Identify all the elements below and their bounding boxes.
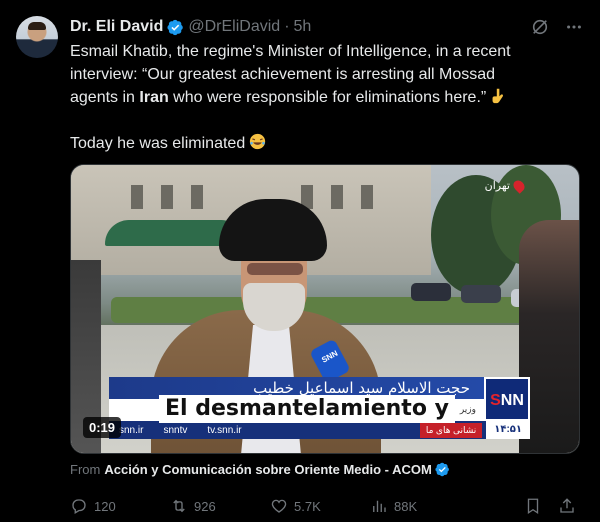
grok-icon[interactable] (530, 17, 550, 37)
window (191, 185, 203, 209)
analytics-icon (373, 500, 386, 512)
attribution-source[interactable]: Acción y Comunicación sobre Oriente Medi… (104, 462, 431, 477)
window (361, 185, 373, 209)
bookmark-button[interactable] (524, 497, 542, 515)
share-icon (560, 498, 574, 513)
window (161, 185, 173, 209)
tweet-timestamp[interactable]: 5h (294, 18, 312, 36)
location-badge: تهران (484, 177, 527, 194)
tweet-text-fragment: who were responsible for eliminations he… (168, 89, 487, 106)
ticker-clock: ۱۴:۵۱ (486, 421, 530, 439)
header-actions (530, 16, 584, 38)
tweet-text-line: Today he was eliminated (70, 132, 580, 155)
ticker-addresses: نشانی های ما (419, 422, 483, 438)
views-button[interactable]: 88K (370, 497, 417, 515)
location-label: تهران (484, 180, 510, 192)
bookmark-icon (527, 498, 539, 515)
action-bar: 120 926 5.7K 88K (70, 494, 580, 518)
tweet-text-bold: Iran (139, 89, 169, 106)
tweet-header: Dr. Eli David @DrEliDavid · 5h (70, 16, 584, 38)
snn-logo: SNN (484, 377, 530, 421)
view-count: 88K (394, 498, 418, 514)
like-count: 5.7K (294, 498, 321, 514)
logo-s: S (490, 392, 501, 409)
tweet-text-fragment: Today he was eliminated (70, 135, 246, 152)
retweet-icon (173, 499, 185, 513)
ticker-tv-site: tv.snn.ir (207, 424, 242, 436)
media-attribution: From Acción y Comunicación sobre Oriente… (70, 462, 450, 477)
window (331, 185, 343, 209)
attribution-prefix: From (70, 462, 101, 477)
author-handle[interactable]: @DrEliDavid (188, 18, 280, 36)
window (131, 185, 143, 209)
separator-dot: · (284, 18, 290, 35)
like-button[interactable]: 5.7K (270, 497, 321, 515)
author-avatar[interactable] (16, 16, 58, 58)
reply-icon (72, 499, 86, 514)
share-button[interactable] (558, 497, 576, 515)
heart-icon (271, 499, 287, 513)
tweet-text-line: interview: “Our greatest achievement is … (70, 63, 580, 86)
avatar-hair (28, 22, 46, 30)
video-duration: 0:19 (83, 417, 122, 438)
author-name[interactable]: Dr. Eli David (70, 18, 163, 36)
ticker-channel: snntv (163, 424, 188, 436)
verified-badge-icon (435, 462, 449, 477)
tweet-text-fragment: agents in (70, 89, 140, 106)
verified-badge-icon (167, 19, 184, 35)
car (411, 283, 451, 301)
reply-button[interactable]: 120 (70, 497, 116, 515)
car (461, 285, 501, 303)
video-subtitle: El desmantelamiento y (159, 395, 455, 423)
retweet-button[interactable]: 926 (170, 497, 216, 515)
retweet-count: 926 (194, 498, 216, 514)
cleric-glasses (247, 263, 303, 275)
lower-third-subtitle: وزیر (459, 404, 476, 414)
news-ticker: snn.ir snntv tv.snn.ir نشانی های ما ۱۴:۵… (109, 421, 530, 439)
tweet-text-fragment: interview: “Our greatest achievement is … (70, 66, 496, 83)
tweet-text-line: agents in Iran who were responsible for … (70, 86, 580, 109)
reply-count: 120 (94, 498, 116, 514)
pointing-down-icon (492, 88, 504, 104)
tweet-body: Esmail Khatib, the regime's Minister of … (70, 40, 580, 155)
more-options-icon[interactable] (564, 17, 584, 37)
video-player[interactable]: SNN تهران حجت الاسلام سید اسماعیل خطیب و… (70, 164, 580, 454)
rolling-laughing-icon (250, 133, 266, 150)
logo-nn: NN (500, 392, 524, 409)
tweet-text-line: Esmail Khatib, the regime's Minister of … (70, 43, 511, 60)
